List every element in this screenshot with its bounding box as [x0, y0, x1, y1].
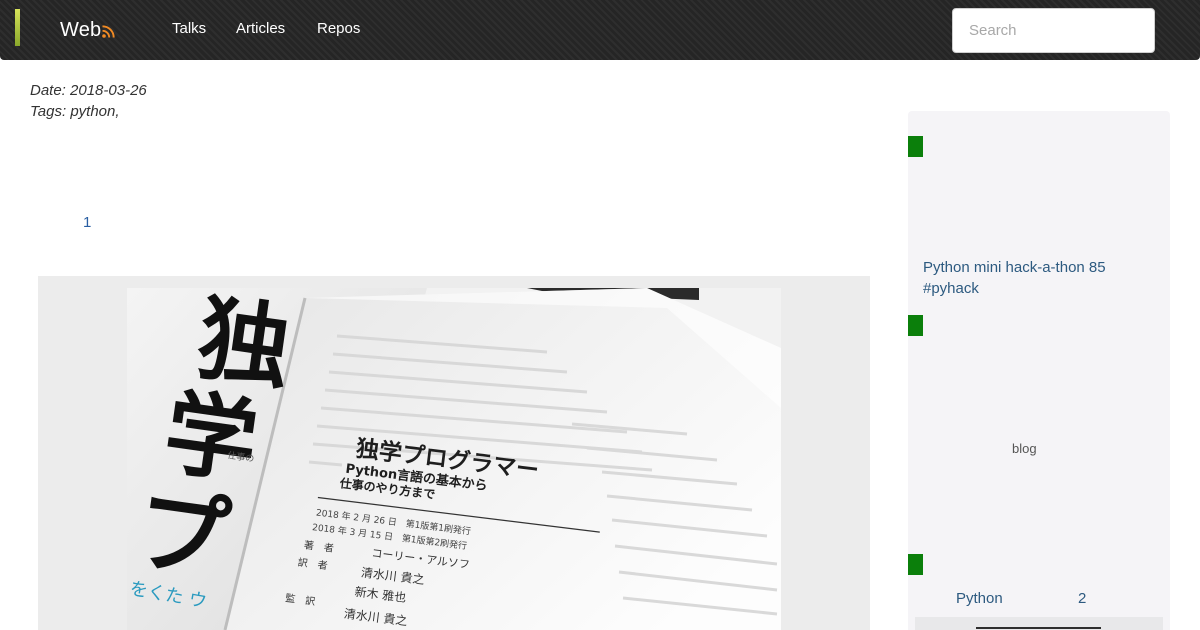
- nav-talks[interactable]: Talks: [172, 20, 206, 37]
- sidebar-footer-box: [915, 617, 1163, 630]
- cover-kana: プ: [129, 476, 235, 595]
- list-number: 1: [83, 214, 92, 231]
- book-photo: 独 学 プ 仕事の をくた ウ 独学プログラマー Python言語の基本から 仕…: [127, 288, 781, 630]
- tag-python[interactable]: python: [70, 103, 115, 120]
- navbar: Web Talks Articles Repos: [0, 0, 1200, 60]
- sidebar-blog-link[interactable]: blog: [1012, 438, 1037, 459]
- date-value: 2018-03-26: [70, 82, 147, 99]
- post-date: Date: 2018-03-26: [30, 82, 147, 99]
- navbar-accent-bar: [15, 9, 20, 46]
- rss-icon: [102, 25, 116, 38]
- sidebar-category-python[interactable]: Python: [956, 588, 1003, 609]
- post-tags: Tags: python,: [30, 103, 120, 120]
- tags-label: Tags:: [30, 103, 67, 120]
- brand-name: Web: [60, 18, 102, 41]
- sidebar: Python mini hack-a-thon 85 #pyhack blog …: [908, 111, 1170, 630]
- sidebar-category-count: 2: [1078, 590, 1087, 607]
- nav-articles[interactable]: Articles: [236, 20, 285, 37]
- nav-repos[interactable]: Repos: [317, 20, 360, 37]
- sidebar-footer-line: [976, 627, 1101, 629]
- sidebar-marker-recent: [908, 136, 923, 157]
- post-image-frame: 独 学 プ 仕事の をくた ウ 独学プログラマー Python言語の基本から 仕…: [38, 276, 870, 630]
- sidebar-marker-blog: [908, 315, 923, 336]
- sidebar-marker-categories: [908, 554, 923, 575]
- brand-link[interactable]: Web: [60, 17, 116, 43]
- date-label: Date:: [30, 82, 66, 99]
- sidebar-recent-post-link[interactable]: Python mini hack-a-thon 85 #pyhack: [923, 257, 1133, 299]
- search-input[interactable]: [952, 8, 1155, 53]
